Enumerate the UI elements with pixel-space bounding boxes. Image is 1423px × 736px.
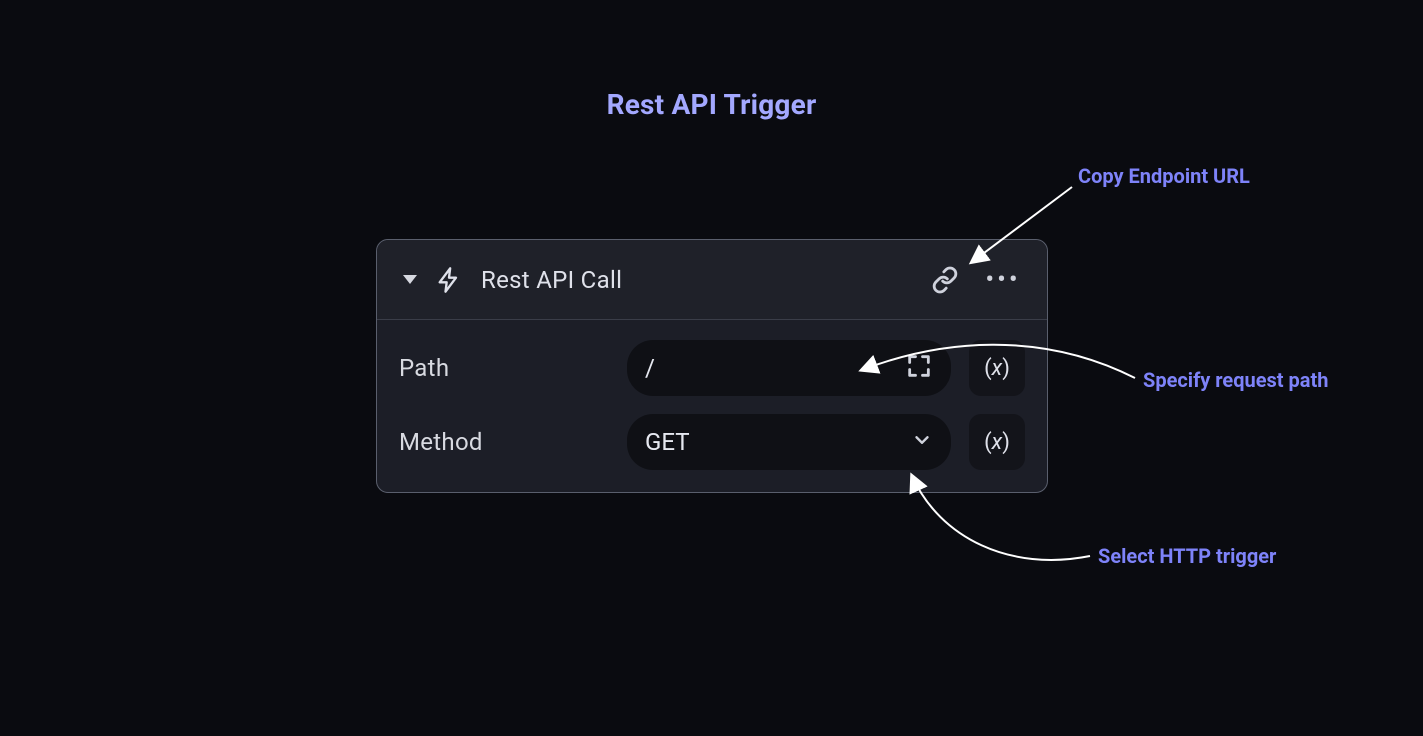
path-row: Path / (x): [399, 340, 1025, 396]
method-label: Method: [399, 428, 609, 456]
method-select[interactable]: GET: [627, 414, 951, 470]
panel-title: Rest API Call: [481, 266, 622, 294]
annotation-select-trigger: Select HTTP trigger: [1098, 544, 1276, 568]
expand-icon[interactable]: [905, 352, 933, 384]
path-label: Path: [399, 354, 609, 382]
path-input[interactable]: /: [627, 340, 951, 396]
variable-button[interactable]: (x): [969, 340, 1025, 396]
path-value: /: [645, 354, 655, 382]
link-icon[interactable]: [925, 260, 965, 300]
lightning-icon: [435, 266, 463, 294]
method-value: GET: [645, 428, 690, 456]
page-title: Rest API Trigger: [0, 88, 1423, 121]
panel-body: Path / (x) Method GET: [377, 320, 1047, 492]
panel-header: Rest API Call •••: [377, 240, 1047, 320]
annotation-specify-path: Specify request path: [1143, 368, 1328, 392]
more-icon[interactable]: •••: [983, 260, 1023, 300]
collapse-toggle-icon[interactable]: [403, 275, 417, 284]
chevron-down-icon: [911, 429, 933, 455]
method-row: Method GET (x): [399, 414, 1025, 470]
trigger-panel: Rest API Call ••• Path /: [376, 239, 1048, 493]
variable-button[interactable]: (x): [969, 414, 1025, 470]
annotation-copy-endpoint: Copy Endpoint URL: [1078, 164, 1250, 188]
